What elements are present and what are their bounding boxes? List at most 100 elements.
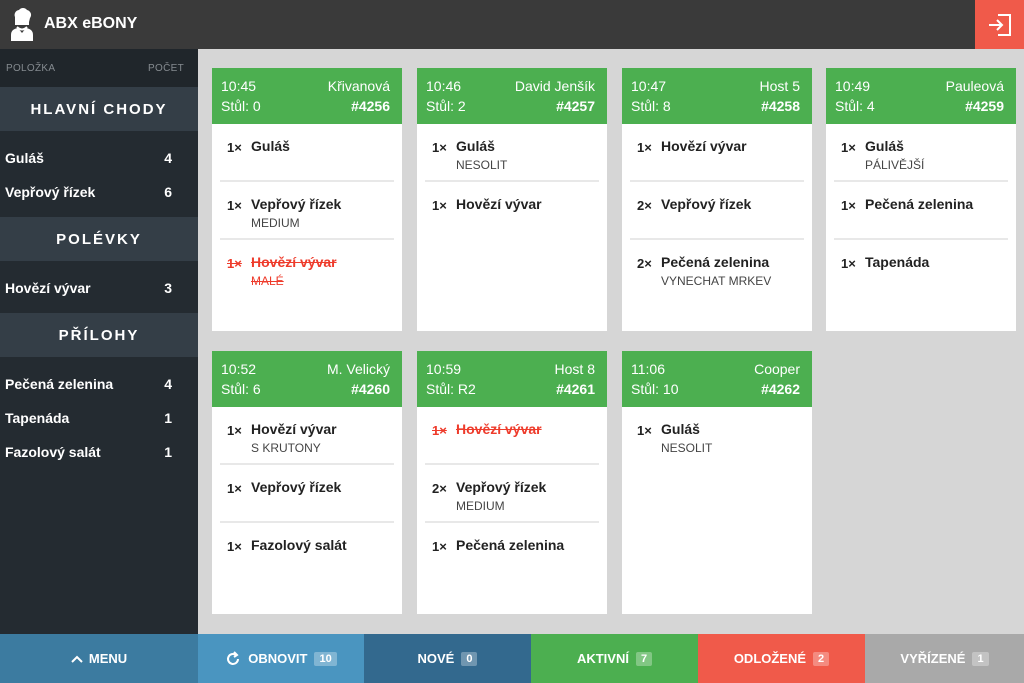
- order-item[interactable]: 1× Guláš: [220, 124, 394, 182]
- item-name: Fazolový salát: [5, 444, 101, 460]
- order-item[interactable]: 1× Vepřový řízek MEDIUM: [220, 182, 394, 240]
- menu-button[interactable]: MENU: [0, 634, 198, 683]
- item-count: 4: [164, 376, 172, 392]
- new-orders-button[interactable]: NOVÉ 0: [364, 634, 531, 683]
- item-name: Vepřový řízek: [251, 196, 342, 212]
- item-count: 1: [164, 410, 172, 426]
- order-header[interactable]: 11:06 Cooper Stůl: 10 #4262: [622, 351, 812, 407]
- order-item[interactable]: 1× Fazolový salát: [220, 523, 394, 581]
- active-count-badge: 7: [635, 651, 653, 666]
- order-item[interactable]: 1× Tapenáda: [834, 240, 1008, 298]
- item-qty: 1×: [227, 423, 242, 438]
- item-qty: 1×: [432, 140, 447, 155]
- order-item[interactable]: 2× Vepřový řízek: [630, 182, 804, 240]
- item-qty: 1×: [227, 256, 242, 271]
- order-time: 10:45: [221, 78, 257, 94]
- item-count: 4: [164, 150, 172, 166]
- item-name: Fazolový salát: [251, 537, 347, 553]
- item-name: Hovězí vývar: [456, 196, 542, 212]
- done-orders-button[interactable]: VYŘÍZENÉ 1: [865, 634, 1024, 683]
- sidebar-item[interactable]: Fazolový salát 1: [0, 435, 198, 469]
- chevron-up-icon: [71, 655, 83, 663]
- order-item-completed[interactable]: 1× Hovězí vývar MALÉ: [220, 240, 394, 298]
- item-name: Vepřový řízek: [5, 184, 96, 200]
- item-qty: 1×: [227, 481, 242, 496]
- order-item[interactable]: 1× Guláš NESOLIT: [425, 124, 599, 182]
- order-header[interactable]: 10:47 Host 5 Stůl: 8 #4258: [622, 68, 812, 124]
- order-card[interactable]: 10:47 Host 5 Stůl: 8 #4258 1× Hovězí vývar …: [622, 68, 812, 331]
- sidebar: POLOŽKA POČET HLAVNÍ CHODY Guláš 4 Vepřo…: [0, 49, 198, 634]
- refresh-count-badge: 10: [314, 651, 337, 666]
- order-card[interactable]: 10:49 Pauleová Stůl: 4 #4259 1× Guláš PÁLIVĚ…: [826, 68, 1016, 331]
- item-name: Guláš: [456, 138, 495, 154]
- order-header[interactable]: 10:49 Pauleová Stůl: 4 #4259: [826, 68, 1016, 124]
- item-modifier: S KRUTONY: [251, 441, 321, 455]
- sidebar-item[interactable]: Guláš 4: [0, 141, 198, 175]
- item-name: Hovězí vývar: [251, 421, 337, 437]
- sidebar-item[interactable]: Pečená zelenina 4: [0, 367, 198, 401]
- category-header-soups[interactable]: POLÉVKY: [0, 217, 198, 261]
- order-card[interactable]: 10:45 Křivanová Stůl: 0 #4256 1× Guláš 1× Ve…: [212, 68, 402, 331]
- active-orders-button[interactable]: AKTIVNÍ 7: [531, 634, 698, 683]
- logout-button[interactable]: [975, 0, 1024, 49]
- order-number: #4259: [965, 98, 1004, 114]
- order-item[interactable]: 1× Pečená zelenina: [425, 523, 599, 581]
- order-item[interactable]: 1× Pečená zelenina: [834, 182, 1008, 240]
- menu-label: MENU: [88, 651, 128, 666]
- order-card[interactable]: 10:59 Host 8 Stůl: R2 #4261 1× Hovězí vývar…: [417, 351, 607, 614]
- item-qty: 1×: [227, 198, 242, 213]
- item-qty: 1×: [432, 198, 447, 213]
- order-table: Stůl: 10: [631, 381, 679, 397]
- top-bar: ABX eBONY: [0, 0, 1024, 49]
- item-qty: 2×: [637, 256, 652, 271]
- logout-icon: [988, 13, 1011, 36]
- item-name: Hovězí vývar: [661, 138, 747, 154]
- refresh-label: OBNOVIT: [248, 651, 308, 666]
- order-table: Stůl: 8: [631, 98, 671, 114]
- order-item-completed[interactable]: 1× Hovězí vývar: [425, 407, 599, 465]
- postponed-label: ODLOŽENÉ: [733, 651, 807, 666]
- order-card[interactable]: 11:06 Cooper Stůl: 10 #4262 1× Guláš NESOLIT: [622, 351, 812, 614]
- item-qty: 2×: [432, 481, 447, 496]
- sidebar-item[interactable]: Vepřový řízek 6: [0, 175, 198, 209]
- order-card[interactable]: 10:46 David Jenšík Stůl: 2 #4257 1× Guláš NE…: [417, 68, 607, 331]
- sidebar-item[interactable]: Hovězí vývar 3: [0, 271, 198, 305]
- order-customer: Host 8: [554, 361, 595, 377]
- order-item[interactable]: 1× Vepřový řízek: [220, 465, 394, 523]
- order-item[interactable]: 1× Guláš NESOLIT: [630, 407, 804, 465]
- category-list-main: Guláš 4 Vepřový řízek 6: [0, 131, 198, 217]
- item-name: Pečená zelenina: [865, 196, 974, 212]
- category-header-main[interactable]: HLAVNÍ CHODY: [0, 87, 198, 131]
- category-header-sides[interactable]: PŘÍLOHY: [0, 313, 198, 357]
- order-item[interactable]: 1× Hovězí vývar: [425, 182, 599, 240]
- order-time: 10:52: [221, 361, 257, 377]
- order-table: Stůl: R2: [426, 381, 476, 397]
- order-card[interactable]: 10:52 M. Velický Stůl: 6 #4260 1× Hovězí vý…: [212, 351, 402, 614]
- column-header-item: POLOŽKA: [6, 62, 56, 74]
- order-item[interactable]: 1× Hovězí vývar: [630, 124, 804, 182]
- item-qty: 1×: [432, 539, 447, 554]
- order-header[interactable]: 10:46 David Jenšík Stůl: 2 #4257: [417, 68, 607, 124]
- order-item[interactable]: 1× Guláš PÁLIVĚJŠÍ: [834, 124, 1008, 182]
- item-name: Pečená zelenina: [661, 254, 770, 270]
- postponed-orders-button[interactable]: ODLOŽENÉ 2: [698, 634, 865, 683]
- order-header[interactable]: 10:52 M. Velický Stůl: 6 #4260: [212, 351, 402, 407]
- order-table: Stůl: 2: [426, 98, 466, 114]
- refresh-button[interactable]: OBNOVIT 10: [198, 634, 364, 683]
- order-customer: Pauleová: [945, 78, 1004, 94]
- item-modifier: PÁLIVĚJŠÍ: [865, 158, 925, 172]
- order-item[interactable]: 2× Vepřový řízek MEDIUM: [425, 465, 599, 523]
- item-name: Guláš: [865, 138, 904, 154]
- sidebar-item[interactable]: Tapenáda 1: [0, 401, 198, 435]
- item-name: Tapenáda: [5, 410, 70, 426]
- item-qty: 1×: [841, 256, 856, 271]
- order-item[interactable]: 1× Hovězí vývar S KRUTONY: [220, 407, 394, 465]
- item-name: Hovězí vývar: [456, 421, 542, 437]
- item-modifier: MEDIUM: [251, 216, 300, 230]
- order-table: Stůl: 0: [221, 98, 261, 114]
- order-header[interactable]: 10:45 Křivanová Stůl: 0 #4256: [212, 68, 402, 124]
- item-name: Hovězí vývar: [251, 254, 337, 270]
- order-header[interactable]: 10:59 Host 8 Stůl: R2 #4261: [417, 351, 607, 407]
- column-header-count: POČET: [148, 62, 184, 74]
- order-item[interactable]: 2× Pečená zelenina VYNECHAT MRKEV: [630, 240, 804, 298]
